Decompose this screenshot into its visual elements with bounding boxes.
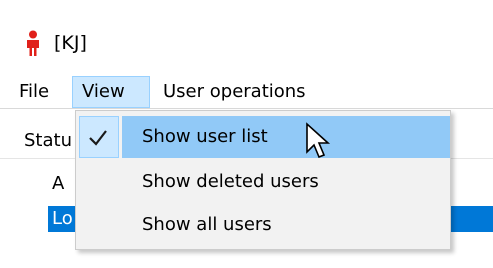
column-header-status[interactable]: Statu [24,130,72,152]
person-icon [27,30,39,56]
menu-view[interactable]: View [72,76,150,108]
menu-item-show-all-users[interactable]: Show all users [76,205,450,245]
mouse-pointer-icon [306,122,331,159]
title-bar: [KJ] [0,0,493,76]
window-title: [KJ] [54,32,87,54]
menu-user-operations[interactable]: User operations [154,76,315,108]
menu-item-show-deleted-users[interactable]: Show deleted users [76,162,450,202]
menu-file[interactable]: File [10,76,58,108]
list-item-selected-label: Lo [52,208,73,229]
menu-item-show-user-list[interactable]: Show user list [76,117,450,157]
list-item[interactable]: A [52,173,64,195]
